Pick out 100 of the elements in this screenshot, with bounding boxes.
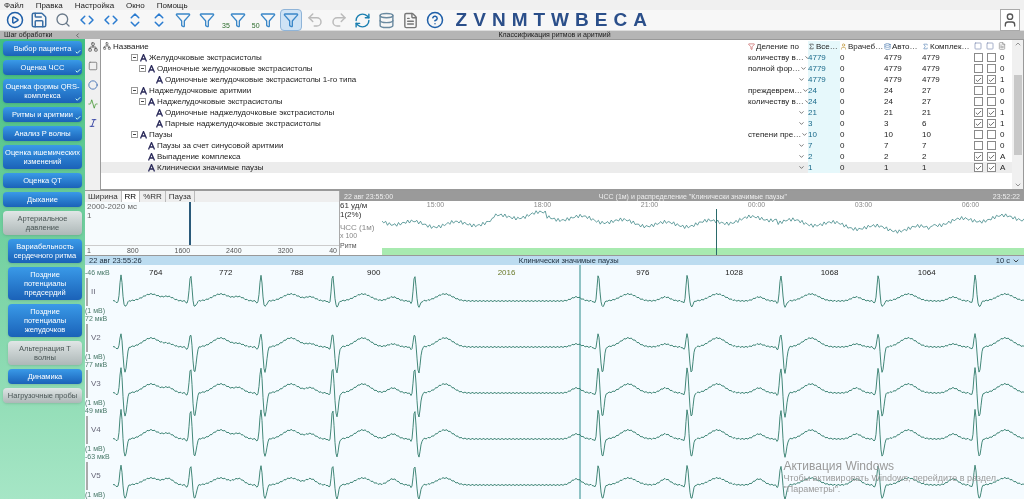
tree-icon[interactable] [87,42,98,52]
scrollbar-thumb[interactable] [1013,74,1022,155]
letter-filter-button[interactable]: M [511,9,528,31]
checkbox[interactable] [974,75,983,84]
letter-filter-button[interactable]: Z [455,9,468,31]
checkbox[interactable] [974,97,983,106]
letter-filter-button[interactable]: E [594,9,608,31]
scroll-down-icon[interactable] [1013,181,1022,189]
category-icon [148,163,155,172]
table-cell: 27 [922,86,931,95]
function-icon[interactable] [87,118,98,128]
checkbox[interactable] [987,141,996,150]
table-row[interactable]: Наджелудочковые аритмии преждеврем… 24 0 24 27 0 [101,85,1012,96]
table-row[interactable]: Выпадение комплекса 2 0 2 2 A [101,151,1012,162]
letter-filter-button[interactable]: A [633,9,647,31]
square-icon[interactable] [87,61,98,71]
table-cell: 0 [840,152,845,161]
letter-filter-button[interactable]: V [473,9,486,31]
table-cell: 0 [1000,96,1005,107]
table-cell: 10 [884,130,893,139]
menu-item[interactable]: Окно [126,0,145,10]
checkbox[interactable] [987,64,996,73]
table-cell: A [1000,162,1006,173]
collapse-toggle-icon[interactable] [131,87,138,94]
table-cell: 2 [808,152,813,161]
checkbox[interactable] [987,163,996,172]
table-cell: 4779 [922,53,940,62]
menu-item[interactable]: Помощь [156,0,188,10]
checkbox[interactable] [974,64,983,73]
checkbox[interactable] [974,86,983,95]
table-row[interactable]: Паузы степени пре… 10 0 10 10 0 [101,129,1012,140]
checkbox[interactable] [974,108,983,117]
checkbox[interactable] [987,75,996,84]
collapse-toggle-icon[interactable] [131,131,138,138]
table-row[interactable]: Одиночные наджелудочковые экстрасистолы 21 0 21 21 1 [101,107,1012,118]
checkbox[interactable] [987,86,996,95]
category-icon [148,141,155,150]
check-icon [75,49,81,55]
category-name: Парные наджелудочковые экстрасистолы [165,118,321,129]
letter-filter-button[interactable]: N [491,9,506,31]
table-row[interactable]: Клинически значимые паузы 1 0 1 1 A [101,162,1012,173]
square-icon [986,42,994,50]
check-icon [75,68,81,74]
table-cell: 4779 [884,75,902,84]
checkbox[interactable] [974,53,983,62]
table-row[interactable]: Одиночные желудочковые экстрасистолы 1-го типа 4779 0 4779 4779 1 [101,74,1012,85]
checkbox[interactable] [974,119,983,128]
filter-button[interactable] [279,9,302,31]
tab[interactable]: RR [121,191,141,202]
menu-item[interactable]: Правка [35,0,63,10]
checkbox[interactable] [974,141,983,150]
table-row[interactable]: Одиночные желудочковые экстрасистолы полной фор… 4779 0 4779 4779 0 [101,63,1012,74]
letter-filter-button[interactable]: C [613,9,628,31]
checkbox[interactable] [974,152,983,161]
collapse-toggle-icon[interactable] [139,65,146,72]
checkbox[interactable] [987,108,996,117]
checkbox[interactable] [987,119,996,128]
column-header[interactable]: Деление по [756,40,800,52]
category-icon [148,152,155,161]
menu-item[interactable]: Настройка [74,0,115,10]
filter-icon [748,42,755,50]
letter-filter-button[interactable]: T [533,9,546,31]
checkbox[interactable] [974,130,983,139]
menu-item[interactable]: Файл [4,0,24,10]
category-icon [156,119,163,128]
category-icon [156,75,163,84]
collapse-toggle-icon[interactable] [131,54,138,61]
column-header[interactable]: Врачеб… [848,40,884,52]
table-row[interactable]: Наджелудочковые экстрасистолы количеству в… 24 0 24 27 0 [101,96,1012,107]
category-name: Паузы за счет синусовой аритмии [157,140,284,151]
table-cell: 1 [884,163,889,172]
tab[interactable]: Ширина [85,191,122,202]
scrollbar[interactable] [1012,40,1023,189]
category-icon [140,86,147,95]
rr-interval: 2016 [497,268,516,277]
table-row[interactable]: Паузы за счет синусовой аритмии 7 0 7 7 0 [101,140,1012,151]
collapse-toggle-icon[interactable] [139,98,146,105]
table-cell: 24 [884,97,893,106]
collapse-icon[interactable] [74,31,81,39]
table-row[interactable]: Парные наджелудочковые экстрасистолы 3 0 3 6 1 [101,118,1012,129]
chart-icon[interactable] [87,99,98,109]
column-header[interactable]: Комплек… [930,40,970,52]
checkbox[interactable] [987,53,996,62]
tab[interactable]: %RR [140,191,166,202]
column-header[interactable]: Авто… [892,40,918,52]
checkbox[interactable] [987,152,996,161]
letter-filter-button[interactable]: B [575,9,589,31]
activation-title: Активация Windows [783,459,896,473]
circle-icon[interactable] [87,80,98,90]
table-cell: 0 [840,108,845,117]
checkbox[interactable] [987,130,996,139]
checkbox[interactable] [987,97,996,106]
scroll-up-icon[interactable] [1013,40,1022,48]
play-icon[interactable] [4,9,26,31]
table-row[interactable]: Желудочковые экстрасистолы количеству в… 4779 0 4779 4779 0 [101,52,1012,63]
letter-filter-button[interactable]: W [551,9,569,31]
checkbox[interactable] [974,163,983,172]
table-cell: 0 [1000,85,1005,96]
column-header[interactable]: Название [113,40,149,52]
user-icon[interactable] [1000,9,1020,31]
